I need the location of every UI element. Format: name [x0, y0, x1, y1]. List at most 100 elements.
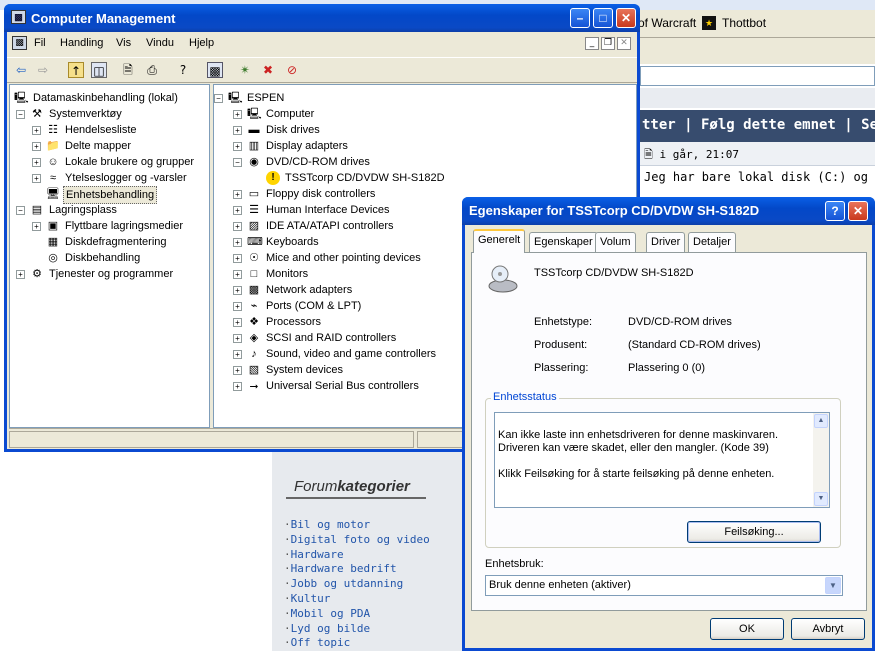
forum-category-link[interactable]: Kultur: [284, 592, 430, 607]
collapse-icon[interactable]: −: [16, 110, 25, 119]
help-icon[interactable]: ?: [175, 62, 191, 78]
scan-hardware-icon[interactable]: ✴: [237, 62, 253, 78]
expand-icon[interactable]: +: [233, 286, 242, 295]
cm-title-bar[interactable]: ▩ Computer Management – □ ✕: [4, 4, 640, 32]
tree-item-label: Processors: [266, 316, 322, 328]
expand-icon[interactable]: +: [32, 222, 41, 231]
cancel-button[interactable]: Avbryt: [791, 618, 865, 640]
expand-icon[interactable]: +: [233, 382, 242, 391]
scroll-up-icon[interactable]: ▲: [814, 414, 828, 428]
troubleshoot-button[interactable]: Feilsøking...: [687, 521, 821, 543]
tab-detaljer[interactable]: Detaljer: [688, 232, 736, 252]
scroll-down-icon[interactable]: ▼: [814, 492, 828, 506]
tools-icon: ⚒: [32, 108, 42, 120]
browser-tab-thottbot[interactable]: Thottbot: [722, 16, 766, 30]
expand-icon[interactable]: +: [233, 334, 242, 343]
expand-icon[interactable]: +: [233, 350, 242, 359]
status-scrollbar[interactable]: ▲ ▼: [813, 413, 829, 507]
monitor-icon: □: [250, 268, 258, 280]
menu-vindu[interactable]: Vindu: [146, 37, 174, 49]
expand-icon[interactable]: +: [233, 126, 242, 135]
expand-icon[interactable]: +: [233, 270, 242, 279]
child-restore-button[interactable]: ❐: [601, 37, 615, 50]
show-hide-tree-icon[interactable]: ◫: [91, 62, 107, 78]
tree-item-label: Flyttbare lagringsmedier: [65, 220, 183, 232]
device-status-text[interactable]: Kan ikke laste inn enhetsdriveren for de…: [494, 412, 830, 508]
maximize-button[interactable]: □: [593, 8, 613, 28]
expand-icon[interactable]: +: [16, 270, 25, 279]
tab-driver[interactable]: Driver: [646, 232, 686, 252]
forum-category-link[interactable]: Lyd og bilde: [284, 622, 430, 637]
properties-icon[interactable]: 🗎: [120, 62, 136, 78]
ok-button[interactable]: OK: [710, 618, 784, 640]
forum-title-part1: Forum: [294, 478, 338, 495]
chevron-down-icon[interactable]: ▼: [825, 577, 841, 594]
post-text: Jeg har bare lokal disk (C:) og Delte: [644, 170, 875, 184]
forum-title-underline: [286, 497, 426, 499]
disable-icon[interactable]: ⊘: [284, 62, 300, 78]
menu-hjelp[interactable]: Hjelp: [189, 37, 214, 49]
expand-icon[interactable]: +: [233, 302, 242, 311]
forum-category-link[interactable]: Mobil og PDA: [284, 607, 430, 622]
menu-fil[interactable]: Fil: [34, 37, 46, 49]
usb-icon: ⭢: [249, 380, 259, 392]
device-usage-select[interactable]: Bruk denne enheten (aktiver) ▼: [485, 575, 843, 596]
forum-category-link[interactable]: Hardware bedrift: [284, 562, 430, 577]
expand-icon[interactable]: +: [233, 190, 242, 199]
expand-icon[interactable]: +: [32, 126, 41, 135]
browser-address-field[interactable]: [640, 66, 875, 86]
tab-generelt[interactable]: Generelt: [473, 229, 526, 253]
expand-icon[interactable]: +: [233, 366, 242, 375]
dialog-title-bar[interactable]: Egenskaper for TSSTcorp CD/DVDW SH-S182D…: [462, 197, 875, 225]
forum-category-link[interactable]: Digital foto og video: [284, 533, 430, 548]
tab-volum[interactable]: Volum: [595, 232, 636, 252]
minimize-button[interactable]: –: [570, 8, 590, 28]
cm-toolbar: ⇦ ⇨ ↑ ◫ 🗎 ⎙ ? ▩ ✴ ✖ ⊘: [7, 57, 637, 83]
child-close-button[interactable]: ✕: [617, 37, 631, 50]
expand-icon[interactable]: +: [233, 254, 242, 263]
thread-header[interactable]: tter | Følg dette emnet | Send d: [640, 110, 875, 142]
expand-icon[interactable]: +: [32, 142, 41, 151]
help-button[interactable]: ?: [825, 201, 845, 221]
expand-icon[interactable]: +: [32, 174, 41, 183]
expand-icon[interactable]: +: [233, 222, 242, 231]
print-icon[interactable]: ⎙: [144, 62, 160, 78]
browser-toolbar: [634, 38, 875, 64]
expand-icon[interactable]: +: [233, 238, 242, 247]
forum-category-list: Bil og motorDigital foto og videoHardwar…: [284, 518, 430, 651]
menu-handling[interactable]: Handling: [60, 37, 103, 49]
cdrom-drive-icon: [487, 263, 518, 293]
expand-icon[interactable]: +: [32, 158, 41, 167]
tab-egenskaper[interactable]: Egenskaper: [529, 232, 598, 252]
collapse-icon[interactable]: −: [16, 206, 25, 215]
app-menu-icon[interactable]: ▩: [12, 36, 27, 50]
uninstall-icon[interactable]: ✖: [260, 62, 276, 78]
forum-category-link[interactable]: Bil og motor: [284, 518, 430, 533]
back-icon[interactable]: ⇦: [13, 62, 29, 78]
tree-item-label: Hendelseslistе: [65, 124, 137, 136]
sound-icon: ♪: [251, 348, 257, 360]
cm-menubar: ▩ Fil Handling Vis Vindu Hjelp _ ❐ ✕: [7, 32, 637, 56]
up-folder-icon[interactable]: ↑: [68, 62, 84, 78]
forum-category-link[interactable]: Jobb og utdanning: [284, 577, 430, 592]
console-tree-pane[interactable]: 🖳 Datamaskinbehandling (lokal) − ⚒ Systemver…: [9, 84, 210, 428]
dialog-close-button[interactable]: ✕: [848, 201, 868, 221]
forum-category-link[interactable]: Hardware: [284, 548, 430, 563]
expand-icon[interactable]: +: [233, 110, 242, 119]
menu-vis[interactable]: Vis: [116, 37, 131, 49]
forward-icon[interactable]: ⇨: [35, 62, 51, 78]
expand-icon[interactable]: +: [233, 142, 242, 151]
browser-tab-warcraft[interactable]: of Warcraft: [638, 16, 696, 30]
cdrom-icon: ◉: [249, 156, 259, 168]
forum-category-link[interactable]: Off topic: [284, 636, 430, 651]
close-button[interactable]: ✕: [616, 8, 636, 28]
collapse-icon[interactable]: −: [233, 158, 242, 167]
child-minimize-button[interactable]: _: [585, 37, 599, 50]
collapse-icon[interactable]: −: [214, 94, 223, 103]
expand-icon[interactable]: +: [233, 318, 242, 327]
computer-view-icon[interactable]: ▩: [207, 62, 223, 78]
expand-icon[interactable]: +: [233, 206, 242, 215]
tree-item-label: System devices: [266, 364, 344, 376]
tree-item-label: TSSTcorp CD/DVDW SH-S182D: [285, 172, 445, 184]
tree-item-label: Sound, video and game controllers: [266, 348, 436, 360]
